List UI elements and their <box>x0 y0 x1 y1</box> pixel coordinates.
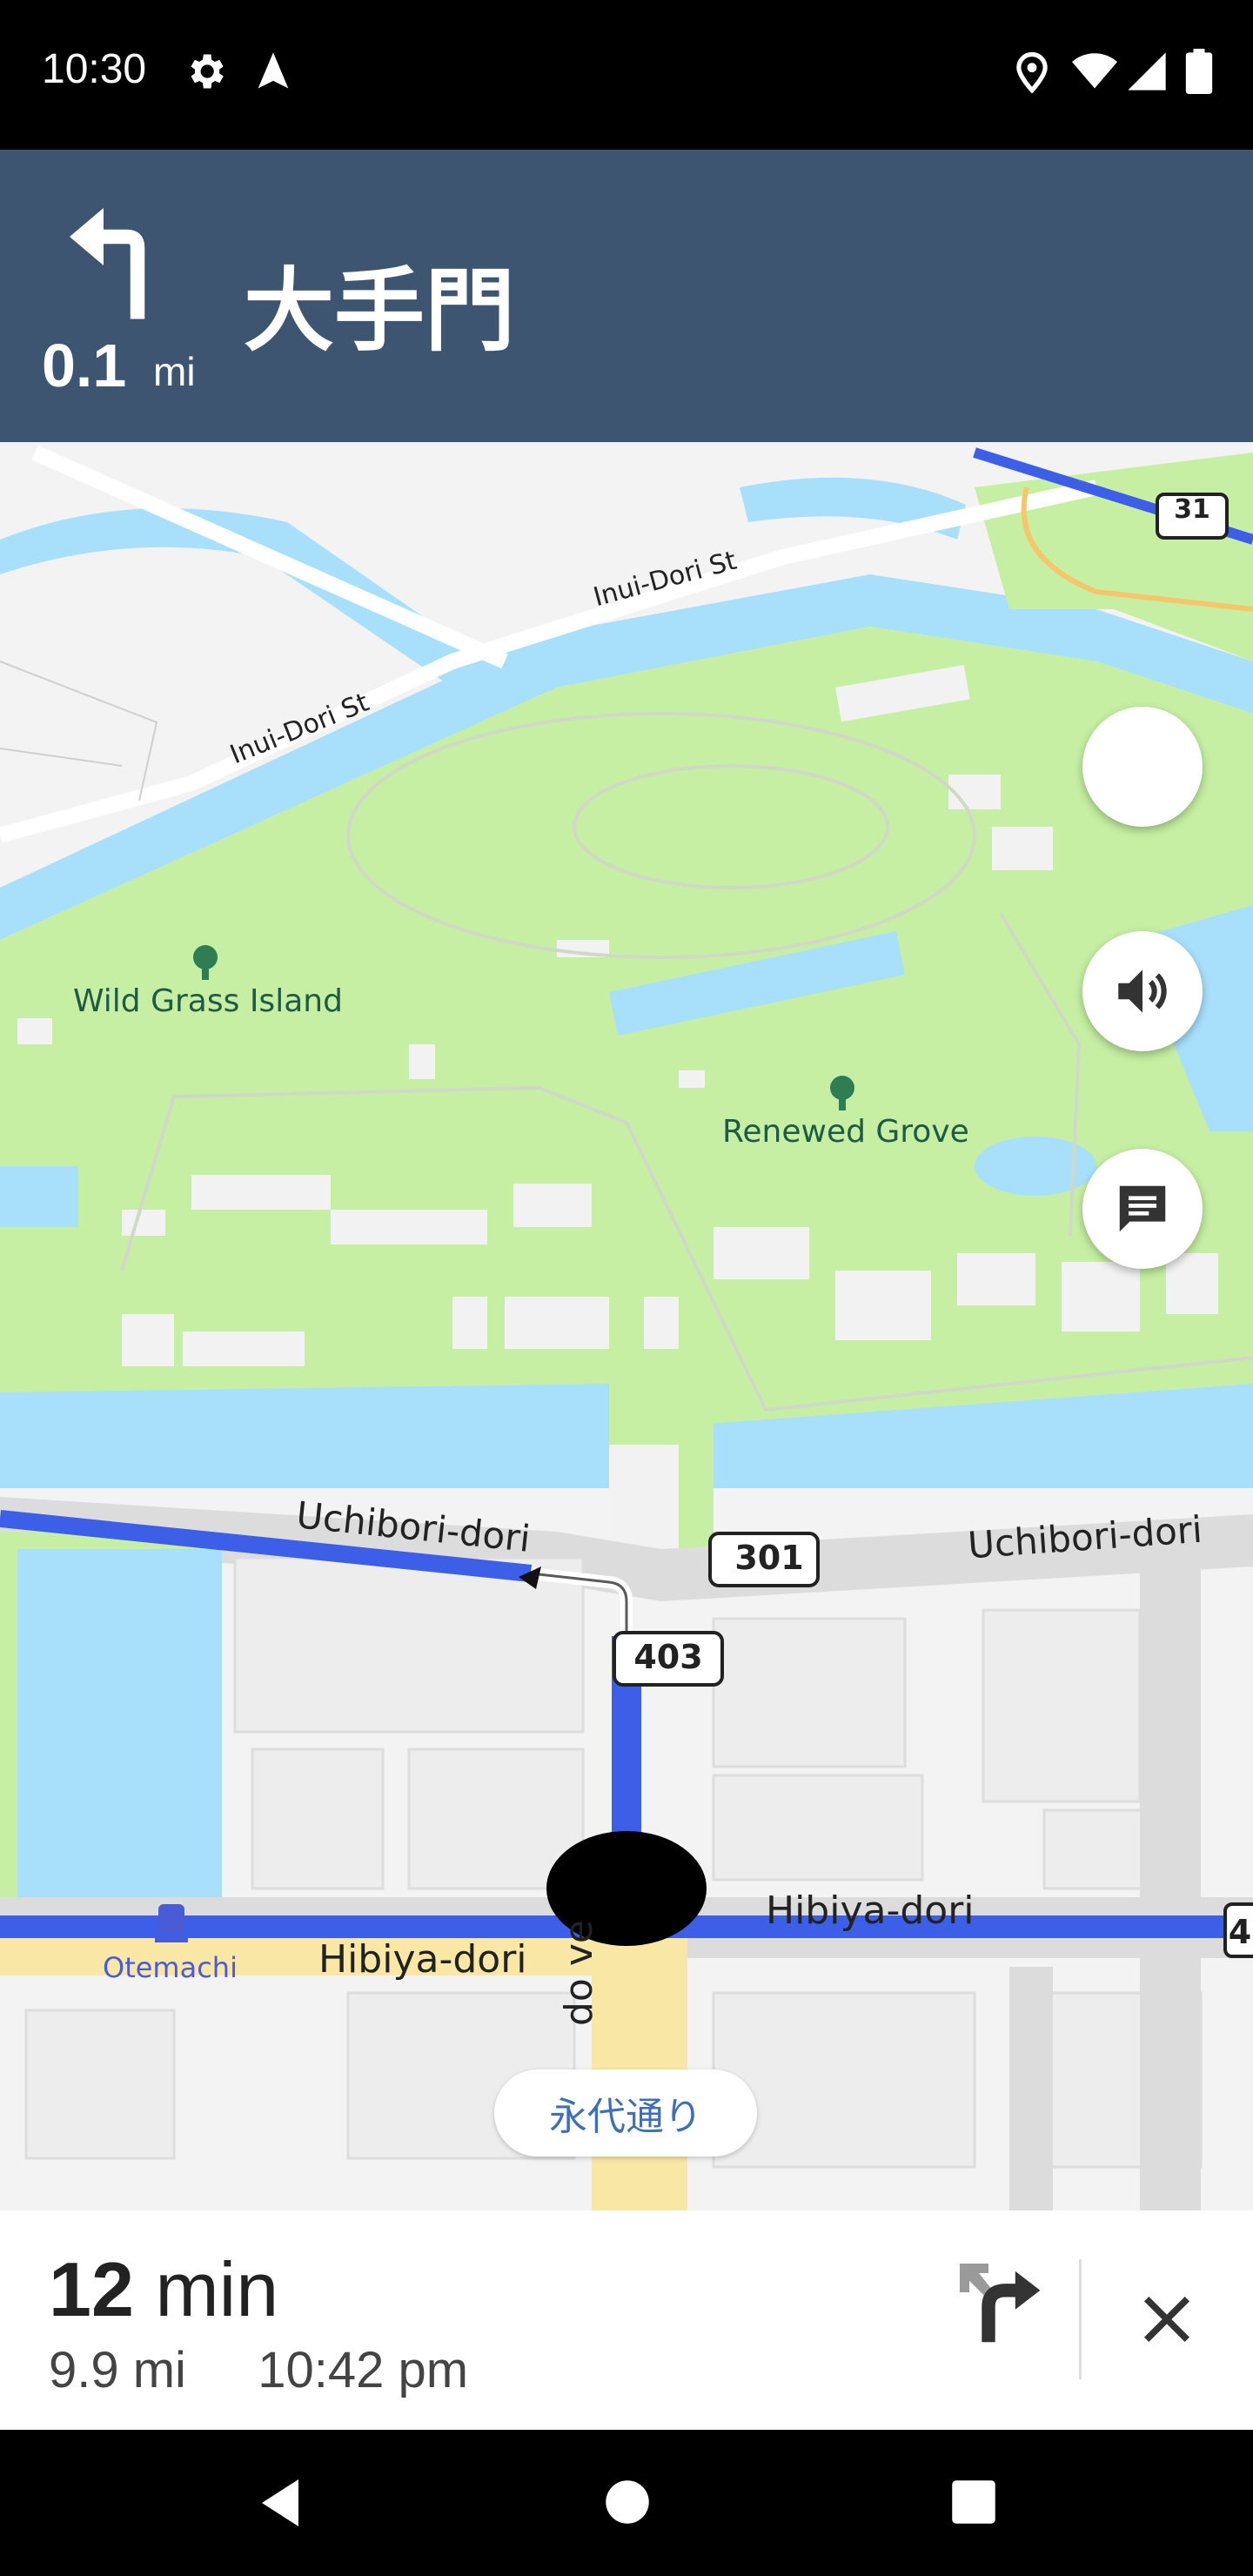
close-icon[interactable] <box>1136 2289 1197 2350</box>
route-shield-4: 4 <box>1228 1913 1252 1951</box>
sound-button[interactable] <box>1082 931 1203 1051</box>
status-bar: 10:30 <box>0 0 1253 150</box>
navigation-arrow-icon <box>258 52 289 89</box>
system-navigation-bar <box>0 2430 1253 2576</box>
divider <box>1079 2259 1082 2379</box>
signal-icon <box>1128 52 1166 91</box>
gear-icon <box>191 54 224 89</box>
messages-button[interactable] <box>1082 1149 1203 1269</box>
transit-station-label: Otemachi <box>103 1951 238 1984</box>
navigation-instruction-header: 0.1 mi 大手門 <box>0 150 1253 442</box>
poi-label: Renewed Grove <box>722 1114 969 1150</box>
battery-icon <box>1185 49 1213 94</box>
eta-minutes: 12 min <box>49 2245 278 2334</box>
route-overview-icon[interactable] <box>950 2254 1046 2350</box>
turn-distance-unit: mi <box>153 349 196 394</box>
route-shield-31: 31 <box>1174 494 1210 525</box>
back-icon[interactable] <box>249 2472 312 2534</box>
recents-icon[interactable] <box>950 2479 997 2526</box>
street-label: Hibiya-dori <box>318 1937 527 1982</box>
arrival-time: 10:42 pm <box>258 2342 469 2398</box>
home-icon[interactable] <box>604 2479 651 2526</box>
status-time: 10:30 <box>42 46 147 92</box>
wifi-icon <box>1072 53 1117 89</box>
location-pin-icon <box>1016 51 1048 94</box>
poi-label: Wild Grass Island <box>73 983 343 1019</box>
current-street-pill: 永代通り <box>494 2070 757 2157</box>
map-view[interactable]: Inui-Dori St Inui-Dori St Wild Grass Isl… <box>0 442 1253 2210</box>
map-canvas[interactable] <box>0 442 1253 2210</box>
route-shield-301: 301 <box>734 1539 804 1577</box>
turn-left-icon <box>70 208 145 319</box>
sound-button-placeholder <box>1082 707 1203 827</box>
route-shield-403: 403 <box>633 1638 703 1676</box>
turn-distance: 0.1 <box>42 332 127 399</box>
trip-details: 9.9 mi 10:42 pm <box>49 2341 468 2399</box>
eta-minutes-unit: min <box>155 2246 279 2332</box>
volume-icon <box>1118 969 1167 1013</box>
street-label: do ve <box>557 1920 601 2026</box>
eta-minutes-value: 12 <box>49 2246 134 2332</box>
trip-summary-panel[interactable]: 12 min 9.9 mi 10:42 pm <box>0 2210 1253 2430</box>
next-street-name: 大手門 <box>244 258 516 364</box>
chat-icon <box>1119 1185 1166 1232</box>
street-label: Hibiya-dori <box>766 1888 975 1933</box>
remaining-distance: 9.9 mi <box>49 2342 186 2398</box>
